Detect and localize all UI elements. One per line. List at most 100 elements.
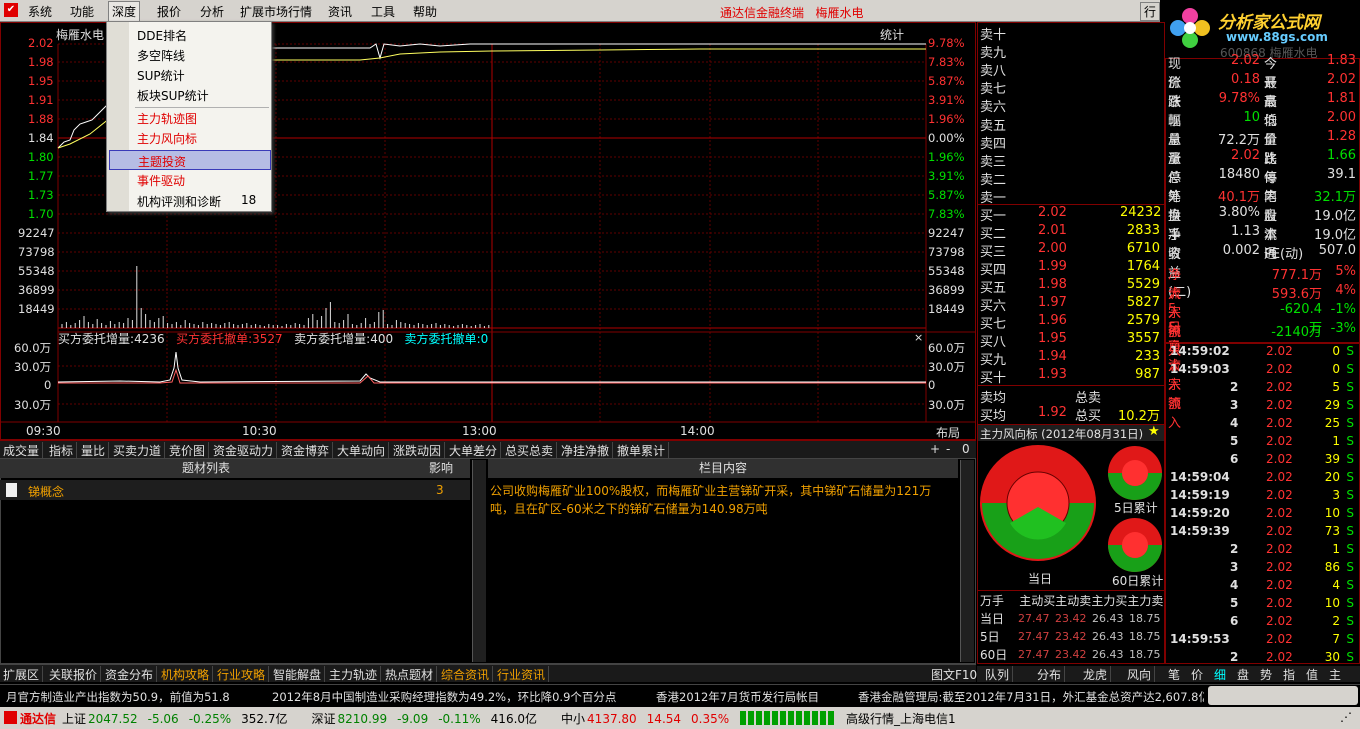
tab-cancel-accum[interactable]: 撤单累计 [614, 442, 670, 458]
menu-news[interactable]: 资讯 [328, 3, 352, 20]
tab-buy-sell-force[interactable]: 买卖力道 [110, 442, 166, 458]
index-val: 2047.52 [88, 712, 138, 726]
col-content[interactable]: 栏目内容 [488, 459, 958, 478]
vane-pies [980, 445, 1162, 572]
tab-related-quote[interactable]: 关联报价 [46, 666, 102, 682]
tick-flag: S [1346, 524, 1354, 538]
tick-row: 5 2.02 10 S [1166, 596, 1358, 614]
quote-v1: 18480 [1218, 167, 1260, 182]
news-item[interactable]: 香港2012年7月货币发行局帐目 [656, 689, 819, 705]
zoom-in-icon[interactable]: + [930, 442, 940, 456]
right-tab[interactable]: 主 [1329, 666, 1341, 683]
index-quote[interactable]: 深证 8210.99 -9.09 -0.11% 416.0亿 [312, 712, 548, 726]
tab-ext-area[interactable]: 扩展区 [0, 666, 44, 682]
tab-main-track[interactable]: 主力轨迹 [326, 666, 382, 682]
reset-zoom-button[interactable]: 0 [962, 442, 970, 456]
menu-right-button[interactable]: 行 [1140, 2, 1161, 21]
app-icon[interactable]: ✔ [4, 3, 18, 17]
menu-item-theme-invest[interactable]: 主题投资 [109, 150, 271, 170]
tab-net-order[interactable]: 净挂净撤 [558, 442, 614, 458]
tab-indicator[interactable]: 指标 [46, 442, 78, 458]
layout-button[interactable]: 布局 [936, 424, 960, 441]
tab-volume[interactable]: 成交量 [0, 442, 44, 458]
tab-general-news[interactable]: 综合资讯 [438, 666, 494, 682]
tick-price: 2.02 [1266, 560, 1293, 574]
buy-level-vol: 987 [1135, 367, 1160, 382]
tick-time: 14:59:04 [1170, 470, 1230, 484]
star-icon[interactable]: ★ [1148, 424, 1160, 439]
zoom-out-icon[interactable]: - [946, 442, 950, 456]
table-row[interactable]: 锑概念 3 [0, 480, 470, 500]
menu-ext-market[interactable]: 扩展市场行情 [240, 3, 312, 20]
news-item[interactable]: 2012年8月中国制造业采购经理指数为49.2%，环比降0.9个百分点 [272, 689, 616, 705]
col-impact[interactable]: 影响 [412, 459, 470, 478]
news-item[interactable]: 月官方制造业产出指数为50.9，前值为51.8 [6, 689, 230, 705]
signal-icon [740, 711, 834, 725]
quote-v1: 0.18 [1231, 72, 1260, 87]
right-tab[interactable]: 指 [1283, 666, 1295, 683]
vane-table-head: 万手 主动买主动卖主力买主力卖 [980, 594, 1164, 608]
menu-item-dde[interactable]: DDE排名 [137, 27, 187, 44]
menu-tools[interactable]: 工具 [371, 3, 395, 20]
tab-rise-fall[interactable]: 涨跌动因 [390, 442, 446, 458]
tick-volume: 30 [1324, 650, 1340, 664]
tab-fund-game[interactable]: 资金博弈 [278, 442, 334, 458]
menu-item-inst-eval[interactable]: 机构评测和诊断 [137, 193, 221, 210]
scrollbar[interactable] [960, 460, 974, 662]
tick-price: 2.02 [1266, 578, 1293, 592]
right-tab[interactable]: 势 [1260, 666, 1272, 683]
right-tab[interactable]: 细 [1214, 666, 1226, 683]
tab-distribution[interactable]: 分布 [1034, 666, 1066, 682]
menu-quote[interactable]: 报价 [157, 3, 181, 20]
tab-auction[interactable]: 竞价图 [166, 442, 210, 458]
col-theme[interactable]: 题材列表 [0, 459, 412, 478]
right-tab[interactable]: 值 [1306, 666, 1318, 683]
close-icon[interactable]: × [914, 331, 923, 344]
menu-analysis[interactable]: 分析 [200, 3, 224, 20]
tab-industry-news[interactable]: 行业资讯 [494, 666, 550, 682]
right-tab[interactable]: 价 [1191, 666, 1203, 683]
tab-total-buy-sell[interactable]: 总买总卖 [502, 442, 558, 458]
tick-price: 2.02 [1266, 380, 1293, 394]
tab-hot-theme[interactable]: 热点题材 [382, 666, 438, 682]
menu-item-sector-sup[interactable]: 板块SUP统计 [137, 87, 209, 104]
tab-big-diff[interactable]: 大单差分 [446, 442, 502, 458]
scrollbar[interactable] [472, 460, 486, 662]
tab-inst-strategy[interactable]: 机构攻略 [158, 666, 214, 682]
tab-vol-ratio[interactable]: 量比 [78, 442, 110, 458]
tick-flag: S [1346, 470, 1354, 484]
tab-fund-drive[interactable]: 资金驱动力 [210, 442, 278, 458]
tab-queue[interactable]: 队列 [982, 666, 1014, 682]
flow-pct: -3% [1330, 321, 1356, 336]
tab-industry-strategy[interactable]: 行业攻略 [214, 666, 270, 682]
quote-v1: 10 [1243, 110, 1260, 125]
tick-row: 14:59:02 2.02 0 S [1166, 344, 1358, 362]
tab-fund-dist[interactable]: 资金分布 [102, 666, 158, 682]
flow-value: 593.6万 [1271, 287, 1322, 302]
tick-time: 14:59:53 [1170, 632, 1230, 646]
tab-big-order[interactable]: 大单动向 [334, 442, 390, 458]
tick-price: 2.02 [1266, 452, 1293, 466]
menu-function[interactable]: 功能 [70, 3, 94, 20]
menu-item-sup[interactable]: SUP统计 [137, 67, 185, 84]
tick-flag: S [1346, 452, 1354, 466]
menu-help[interactable]: 帮助 [413, 3, 437, 20]
right-tab[interactable]: 盘 [1237, 666, 1249, 683]
graph-f10-button[interactable]: 图文F10 [928, 666, 982, 682]
tab-vane[interactable]: 风向 [1124, 666, 1156, 682]
menu-system[interactable]: 系统 [28, 3, 52, 20]
index-quote[interactable]: 上证 2047.52 -5.06 -0.25% 352.7亿 [62, 712, 298, 726]
menu-item-event-driven[interactable]: 事件驱动 [137, 172, 185, 189]
menu-depth[interactable]: 深度 [108, 1, 141, 22]
menu-item-main-vane[interactable]: 主力风向标 [137, 130, 197, 147]
tab-smart-analysis[interactable]: 智能解盘 [270, 666, 326, 682]
menu-item-bull-bear[interactable]: 多空阵线 [137, 47, 185, 64]
right-tab[interactable]: 笔 [1168, 666, 1180, 683]
menu-item-main-track[interactable]: 主力轨迹图 [137, 110, 197, 127]
news-item[interactable]: 香港金融管理局:截至2012年7月31日，外汇基金总资产达2,607.8亿 [858, 689, 1204, 705]
ime-toolbar[interactable] [1208, 686, 1358, 705]
resize-grip-icon[interactable]: ⋰ [1340, 710, 1352, 724]
app-title: 通达信金融终端 梅雁水电 [720, 6, 864, 20]
tick-price: 2.02 [1266, 596, 1293, 610]
tab-dragon-tiger[interactable]: 龙虎 [1080, 666, 1112, 682]
